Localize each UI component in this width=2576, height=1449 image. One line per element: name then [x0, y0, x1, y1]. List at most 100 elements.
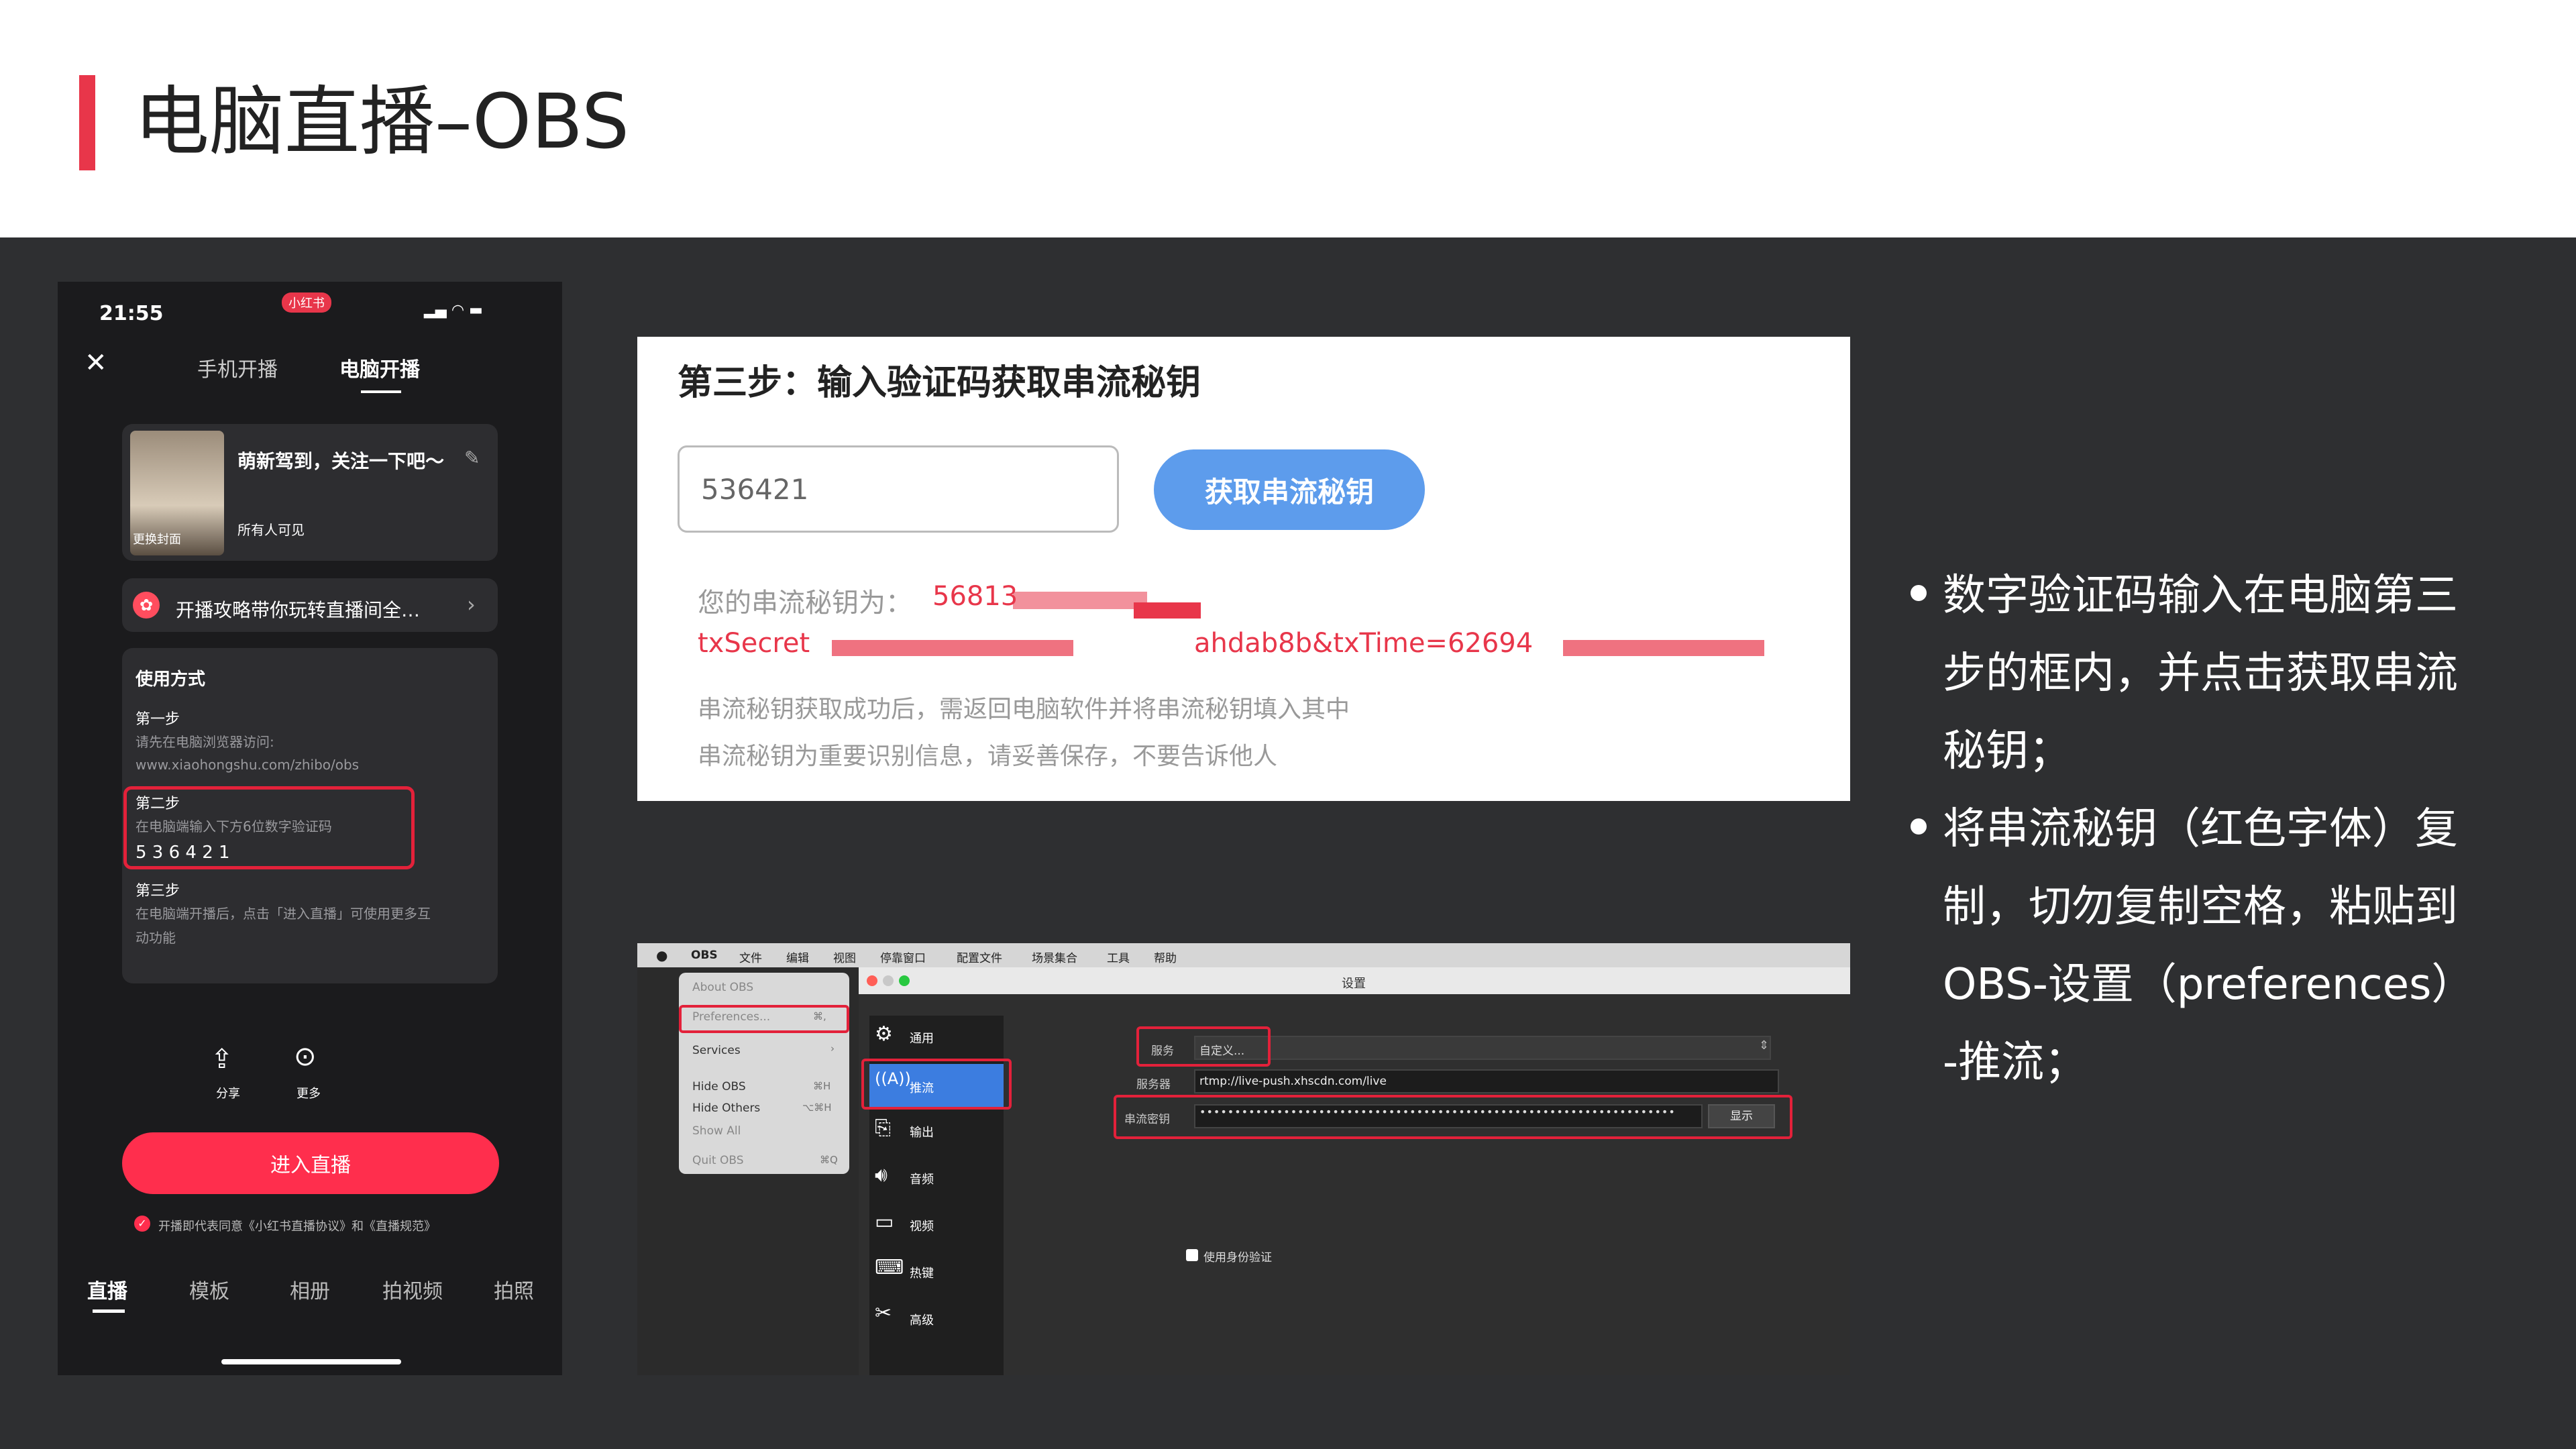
status-icons: ▂▄ ◠ ▬ — [424, 302, 483, 319]
service-highlight-box — [1136, 1026, 1271, 1067]
sidebar-item-hotkeys[interactable]: 热键 — [910, 1264, 934, 1281]
bullet-item: 将串流秘钥（红色字体）复 制，切勿复制空格，粘贴到 OBS-设置（prefere… — [1905, 790, 2542, 1102]
menubar-edit[interactable]: 编辑 — [786, 949, 809, 965]
stream-key-label: 您的串流秘钥为： — [698, 588, 912, 619]
bottom-tab-album[interactable]: 相册 — [290, 1275, 330, 1304]
stream-key-part1: 56813 — [932, 581, 1018, 612]
bottom-tab-photo[interactable]: 拍照 — [494, 1275, 534, 1304]
monitor-icon: ▭ — [875, 1210, 894, 1234]
preferences-highlight-box — [679, 1005, 849, 1033]
minimize-window-icon[interactable] — [883, 975, 894, 986]
bottom-tab-live[interactable]: 直播 — [87, 1275, 127, 1304]
auth-checkbox-label[interactable]: 使用身份验证 — [1203, 1248, 1272, 1265]
cover-title: 萌新驾到，关注一下吧～ — [237, 450, 445, 472]
bottom-tab-video[interactable]: 拍视频 — [382, 1275, 443, 1304]
stream-key-note-2: 串流秘钥为重要识别信息，请妥善保存，不要告诉他人 — [698, 743, 1278, 770]
home-indicator — [221, 1359, 401, 1364]
tab-pc-live[interactable]: 电脑开播 — [339, 353, 420, 382]
tab-mobile-live[interactable]: 手机开播 — [197, 353, 278, 382]
redaction-blot — [1134, 602, 1201, 619]
title-accent-bar — [79, 75, 95, 170]
instruction-bullets: 数字验证码输入在电脑第三 步的框内，并点击获取串流 秘钥； 将串流秘钥（红色字体… — [1905, 557, 2542, 1102]
menu-hide-obs[interactable]: Hide OBS — [692, 1080, 746, 1093]
menubar-view[interactable]: 视图 — [833, 949, 856, 965]
menu-show-all[interactable]: Show All — [692, 1124, 741, 1138]
stream-key-part3: ahdab8b&txTime=62694 — [1194, 628, 1534, 659]
step1-desc: 请先在电脑浏览器访问: — [136, 734, 274, 750]
agreement-text[interactable]: 开播即代表同意《小红书直播协议》和《直播规范》 — [158, 1217, 436, 1234]
share-label[interactable]: 分享 — [216, 1084, 240, 1102]
menu-hide-obs-shortcut: ⌘H — [813, 1080, 831, 1092]
enter-live-button[interactable]: 进入直播 — [122, 1132, 499, 1194]
menubar-file[interactable]: 文件 — [739, 949, 762, 965]
menu-services-arrow: › — [830, 1042, 835, 1055]
stream-sidebar-highlight-box — [861, 1059, 1012, 1110]
bullet-line: 制，切勿复制空格，粘贴到 — [1943, 882, 2458, 932]
step1-title: 第一步 — [136, 711, 180, 728]
more-label[interactable]: 更多 — [297, 1084, 321, 1102]
redaction-blot — [1563, 640, 1764, 656]
server-label: 服务器 — [1136, 1078, 1171, 1091]
close-icon[interactable]: ✕ — [85, 347, 107, 378]
output-icon: ⎘ — [875, 1116, 891, 1140]
page-title: 电脑直播–OBS — [134, 78, 630, 166]
step3-desc-1: 在电脑端开播后，点击「进入直播」可使用更多互 — [136, 906, 431, 922]
share-icon[interactable]: ⇪ — [211, 1044, 233, 1075]
bullet-line: 秘钥； — [1943, 727, 2072, 776]
edit-icon[interactable]: ✎ — [464, 447, 480, 469]
mac-menubar: ● OBS 文件 编辑 视图 停靠窗口 配置文件 场景集合 工具 帮助 — [637, 943, 1850, 967]
keyboard-icon: ⌨ — [875, 1256, 904, 1279]
step3-title: 第三步 — [136, 883, 180, 900]
flower-icon: ✿ — [133, 592, 160, 619]
menu-quit-shortcut: ⌘Q — [820, 1154, 838, 1166]
stream-key-part2: txSecret — [698, 628, 810, 659]
sidebar-item-output[interactable]: 输出 — [910, 1123, 934, 1140]
step3-desc-2: 动功能 — [136, 930, 176, 946]
bottom-tab-template[interactable]: 模板 — [189, 1275, 229, 1304]
step3-card: 第三步：输入验证码获取串流秘钥 536421 获取串流秘钥 您的串流秘钥为： 5… — [637, 337, 1850, 801]
tools-icon: ✂ — [875, 1301, 892, 1325]
menu-about[interactable]: About OBS — [692, 981, 753, 994]
bullet-item: 数字验证码输入在电脑第三 步的框内，并点击获取串流 秘钥； — [1905, 557, 2542, 790]
zoom-window-icon[interactable] — [899, 975, 910, 986]
bullet-dot — [1911, 818, 1927, 835]
redaction-blot — [832, 640, 1073, 656]
close-window-icon[interactable] — [867, 975, 877, 986]
obs-app-menu: About OBS Preferences... ⌘, Services › H… — [679, 973, 849, 1174]
menubar-obs[interactable]: OBS — [691, 949, 718, 962]
apple-icon[interactable]: ● — [656, 947, 667, 963]
menu-hide-others[interactable]: Hide Others — [692, 1102, 760, 1115]
gear-icon: ⚙ — [875, 1022, 893, 1046]
usage-title: 使用方式 — [136, 669, 206, 690]
menubar-profile[interactable]: 配置文件 — [957, 949, 1002, 965]
sidebar-item-audio[interactable]: 音频 — [910, 1170, 934, 1187]
step1-url: www.xiaohongshu.com/zhibo/obs — [136, 757, 360, 773]
settings-title: 设置 — [1342, 977, 1366, 991]
more-icon[interactable]: ⊙ — [294, 1041, 317, 1072]
sidebar-item-advanced[interactable]: 高级 — [910, 1311, 934, 1328]
settings-window: 设置 ⚙ 通用 ((A)) 推流 ⎘ 输出 🔊︎ 音频 ▭ 视频 ⌨ 热键 ✂ … — [859, 967, 1850, 1375]
bullet-line: 步的框内，并点击获取串流 — [1943, 649, 2458, 698]
menubar-scene-collection[interactable]: 场景集合 — [1032, 949, 1077, 965]
verification-code-input[interactable]: 536421 — [678, 445, 1119, 533]
bullet-line: 将串流秘钥（红色字体）复 — [1943, 804, 2458, 854]
auth-checkbox[interactable] — [1186, 1249, 1198, 1261]
guide-text: 开播攻略带你玩转直播间全… — [176, 599, 421, 621]
service-select[interactable] — [1194, 1036, 1771, 1060]
sidebar-item-video[interactable]: 视频 — [910, 1217, 934, 1234]
checkmark-icon[interactable]: ✓ — [134, 1216, 150, 1232]
change-cover-label[interactable]: 更换封面 — [133, 530, 181, 547]
get-stream-key-button[interactable]: 获取串流秘钥 — [1154, 449, 1425, 530]
menubar-help[interactable]: 帮助 — [1154, 949, 1177, 965]
bottom-tab-underline — [93, 1309, 125, 1313]
menubar-tools[interactable]: 工具 — [1107, 949, 1130, 965]
stream-key-note-1: 串流秘钥获取成功后，需返回电脑软件并将串流秘钥填入其中 — [698, 696, 1350, 723]
bullet-line: -推流； — [1943, 1038, 2088, 1087]
stream-key-highlight-box — [1114, 1095, 1792, 1139]
menu-services[interactable]: Services — [692, 1044, 741, 1057]
visibility-label[interactable]: 所有人可见 — [237, 519, 305, 539]
menubar-docks[interactable]: 停靠窗口 — [880, 949, 926, 965]
bullet-line: 数字验证码输入在电脑第三 — [1943, 571, 2458, 621]
menu-quit[interactable]: Quit OBS — [692, 1154, 743, 1167]
sidebar-item-general[interactable]: 通用 — [910, 1029, 934, 1046]
